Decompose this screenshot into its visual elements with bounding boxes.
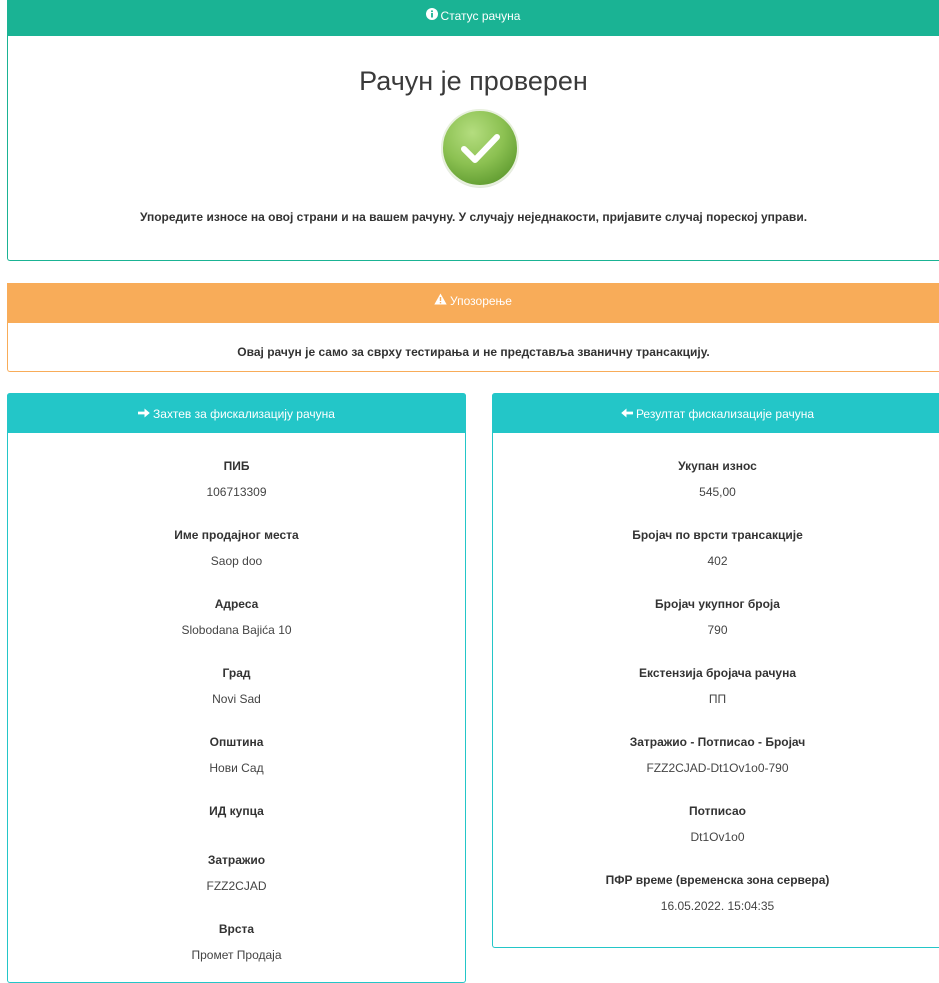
- field-buyer-id: ИД купца: [8, 803, 465, 845]
- field-signed-by: Потписао Dt1Ov1o0: [493, 803, 939, 845]
- field-label: ПФР време (временска зона сервера): [605, 873, 830, 887]
- field-label: Име продајног места: [174, 528, 299, 542]
- field-address: Адреса Slobodana Bajića 10: [8, 596, 465, 638]
- field-type: Врста Промет Продаја: [8, 921, 465, 963]
- field-value: 16.05.2022. 15:04:35: [660, 899, 775, 913]
- field-value: Нови Сад: [209, 761, 264, 775]
- status-title: Рачун је проверен: [359, 66, 588, 96]
- status-panel-header: Статус рачуна: [7, 0, 939, 36]
- field-value: 402: [707, 554, 728, 568]
- field-label: ПИБ: [223, 459, 250, 473]
- field-label: Бројач укупног броја: [655, 597, 780, 611]
- field-label: Затражио - Потписао - Бројач: [629, 735, 806, 749]
- result-header-label: Резултат фискализације рачуна: [635, 406, 815, 421]
- field-city: Град Novi Sad: [8, 665, 465, 707]
- field-value: 106713309: [206, 485, 267, 499]
- field-total-counter: Бројач укупног броја 790: [493, 596, 939, 638]
- field-value: Dt1Ov1o0: [690, 830, 745, 844]
- field-value: 790: [707, 623, 728, 637]
- field-counter-extension: Екстензија бројача рачуна ПП: [493, 665, 939, 707]
- field-requested-by: Затражио FZZ2CJAD: [8, 852, 465, 894]
- field-label: Град: [222, 666, 251, 680]
- field-value: ПП: [708, 692, 727, 706]
- field-value: 545,00: [699, 485, 736, 499]
- field-value: Saop doo: [210, 554, 263, 568]
- field-pib: ПИБ 106713309: [8, 458, 465, 500]
- field-value: FZZ2CJAD-Dt1Ov1o0-790: [646, 761, 789, 775]
- fiscalization-request-panel: Захтев за фискализацију рачуна ПИБ 10671…: [7, 393, 466, 983]
- status-message: Упоредите износе на овој страни и на ваш…: [139, 210, 808, 224]
- field-requested-signed-counter: Затражио - Потписао - Бројач FZZ2CJAD-Dt…: [493, 734, 939, 776]
- field-municipality: Општина Нови Сад: [8, 734, 465, 776]
- field-value: Промет Продаја: [191, 948, 282, 962]
- request-header-label: Захтев за фискализацију рачуна: [153, 406, 335, 421]
- field-value: [8, 829, 465, 845]
- status-panel: Статус рачуна Рачун је проверен Упоредит…: [7, 0, 939, 261]
- status-header-label: Статус рачуна: [440, 8, 521, 23]
- field-label: Укупан износ: [678, 459, 757, 473]
- checkmark-icon: [439, 107, 521, 189]
- field-label: Затражио: [207, 853, 266, 867]
- field-value: Slobodana Bajića 10: [181, 623, 292, 637]
- result-panel-header: Резултат фискализације рачуна: [492, 393, 939, 433]
- field-label: Адреса: [214, 597, 259, 611]
- field-value: FZZ2CJAD: [206, 879, 267, 893]
- warning-text: Овај рачун је само за сврху тестирања и …: [237, 345, 710, 359]
- warning-panel-header: Упозорење: [7, 283, 939, 323]
- field-pfr-time: ПФР време (временска зона сервера) 16.05…: [493, 872, 939, 914]
- field-total-amount: Укупан износ 545,00: [493, 458, 939, 500]
- arrow-left-icon: [621, 394, 633, 434]
- field-store-name: Име продајног места Saop doo: [8, 527, 465, 569]
- field-label: ИД купца: [209, 804, 264, 818]
- warning-header-label: Упозорење: [450, 293, 512, 308]
- info-circle-icon: [425, 1, 438, 31]
- field-transaction-type-counter: Бројач по врсти трансакције 402: [493, 527, 939, 569]
- warning-triangle-icon: [434, 284, 447, 318]
- fiscalization-result-panel: Резултат фискализације рачуна Укупан изн…: [492, 393, 939, 948]
- field-label: Бројач по врсти трансакције: [632, 528, 803, 542]
- arrow-right-icon: [138, 394, 150, 434]
- field-label: Екстензија бројача рачуна: [638, 666, 797, 680]
- field-label: Општина: [209, 735, 264, 749]
- field-label: Потписао: [689, 804, 746, 818]
- warning-panel: Упозорење Овај рачун је само за сврху те…: [7, 283, 939, 372]
- request-panel-header: Захтев за фискализацију рачуна: [7, 393, 466, 433]
- field-label: Врста: [218, 922, 255, 936]
- field-value: Novi Sad: [212, 692, 261, 706]
